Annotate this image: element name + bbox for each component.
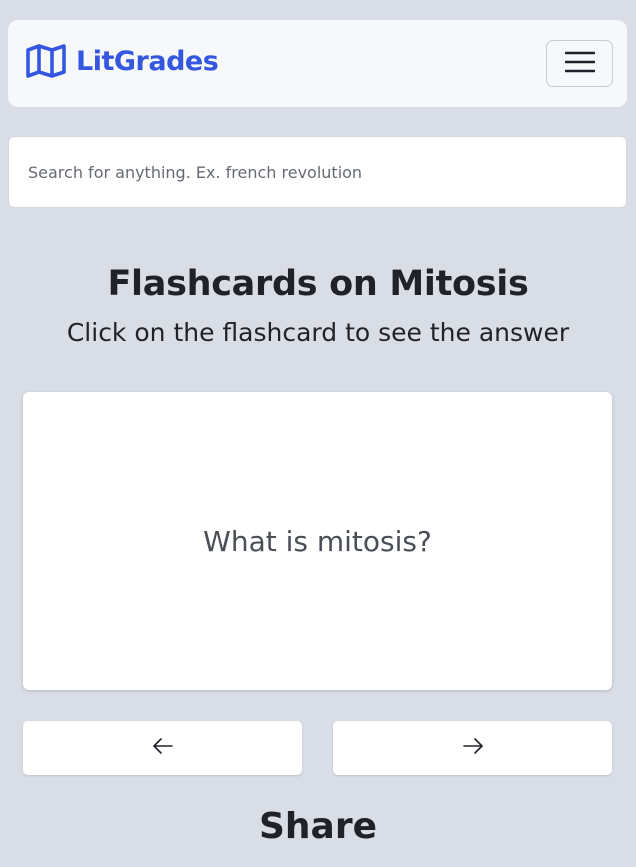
- flashcard-question: What is mitosis?: [203, 524, 432, 558]
- next-card-button[interactable]: [333, 721, 612, 775]
- hamburger-menu-icon: [564, 50, 595, 78]
- search-input[interactable]: [9, 137, 626, 207]
- page-title: Flashcards on Mitosis: [107, 264, 529, 304]
- previous-card-button[interactable]: [23, 721, 302, 775]
- brand-link[interactable]: LitGrades: [26, 44, 219, 78]
- share-heading: Share: [258, 806, 378, 847]
- flashcard[interactable]: What is mitosis?: [23, 392, 612, 690]
- arrow-left-icon: [152, 737, 174, 759]
- search-box: [8, 136, 627, 208]
- brand-name: LitGrades: [76, 45, 219, 77]
- page-subtitle: Click on the flashcard to see the answer: [66, 318, 570, 347]
- navbar: LitGrades: [8, 20, 627, 107]
- menu-toggle-button[interactable]: [546, 40, 613, 87]
- open-map-icon: [26, 44, 66, 78]
- arrow-right-icon: [462, 737, 484, 759]
